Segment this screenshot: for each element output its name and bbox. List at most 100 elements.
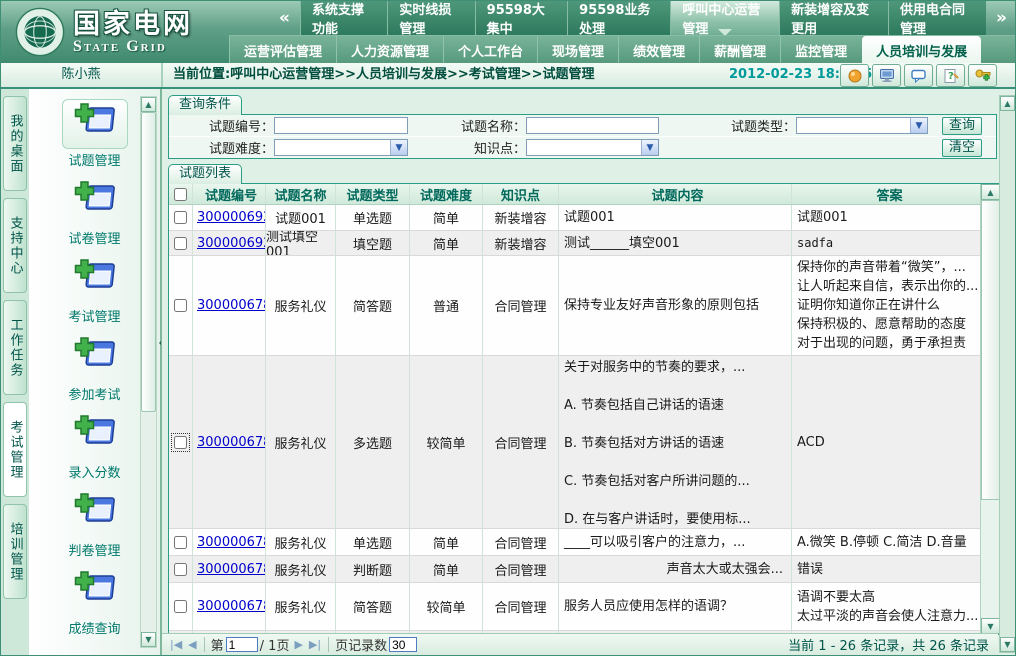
tab-monitoring[interactable]: 监控管理 [780, 36, 861, 64]
row-checkbox[interactable] [174, 563, 187, 576]
tab-site-mgmt[interactable]: 现场管理 [537, 36, 618, 64]
knowledge-select[interactable]: ▼ [526, 139, 659, 156]
tab-95598-center[interactable]: 95598大集中 [475, 1, 567, 35]
cell-answer: A.微笑 B.停顿 C.简洁 D.音量 [792, 529, 982, 555]
message-icon[interactable] [904, 64, 933, 87]
question-id-link[interactable]: 300000678696 [197, 435, 266, 450]
sidebar-scrollbar[interactable]: ▲ ▼ [140, 96, 157, 648]
row-checkbox[interactable] [174, 436, 187, 449]
tab-performance[interactable]: 绩效管理 [618, 36, 699, 64]
page-size-label: 页记录数 [333, 635, 389, 654]
sidebar-tab-exam-mgmt[interactable]: 考试管理 [3, 402, 27, 497]
prev-page-button[interactable]: ◀ [185, 638, 199, 651]
chevron-down-icon: ▼ [390, 140, 407, 155]
cell-name: 服务礼仪 [266, 356, 336, 528]
sidebar-item-label: 录入分数 [68, 462, 120, 481]
question-id-link[interactable]: 300000678699 [197, 298, 266, 313]
question-id-link[interactable]: 300000692174 [197, 236, 266, 251]
scroll-up-icon[interactable]: ▲ [981, 184, 1000, 200]
table-row: 300000692180 试题001 单选题 简单 新装增容 试题001 试题0… [169, 205, 1000, 231]
scroll-up-icon[interactable]: ▲ [1000, 96, 1015, 111]
col-difficulty: 试题难度 [410, 184, 483, 204]
tab-query-conditions[interactable]: 查询条件 [168, 95, 242, 115]
scroll-down-icon[interactable]: ▼ [981, 618, 1000, 634]
first-page-button[interactable]: |◀ [167, 638, 185, 651]
clear-button[interactable]: 清空 [942, 139, 982, 157]
sidebar-tab-work-tasks[interactable]: 工作任务 [3, 300, 27, 395]
table-row: 300000678665 服务礼仪 单选题 简单 合同管理 ____可以吸引客户… [169, 529, 1000, 556]
cell-name: 服务礼仪 [266, 529, 336, 555]
cell-content: 保持专业友好声音形象的原则包括 [559, 256, 792, 355]
help-icon[interactable]: ? [936, 64, 965, 87]
scroll-down-icon[interactable]: ▼ [1000, 637, 1015, 652]
sidebar-tab-my-desktop[interactable]: 我的桌面 [3, 96, 27, 191]
last-page-button[interactable]: ▶| [306, 638, 324, 651]
tab-ops-evaluation[interactable]: 运营评估管理 [229, 36, 336, 64]
tab-training-development[interactable]: 人员培训与发展 [862, 36, 981, 64]
nav-scroll-right-icon[interactable]: » [986, 1, 1016, 35]
page-number-input[interactable] [226, 637, 258, 652]
cell-content: 试题001 [559, 205, 792, 230]
cell-answer: ACD [792, 356, 982, 528]
table-scrollbar[interactable]: ▲ ▼ [980, 184, 1000, 634]
tab-line-loss[interactable]: 实时线损管理 [387, 1, 474, 35]
tab-hr[interactable]: 人力资源管理 [336, 36, 443, 64]
brand-title-cn: 国家电网 [73, 11, 193, 39]
nav-scroll-left-icon[interactable]: « [269, 1, 300, 35]
row-checkbox[interactable] [174, 299, 187, 312]
question-code-input[interactable] [274, 117, 408, 134]
tab-personal-workbench[interactable]: 个人工作台 [443, 36, 537, 64]
scroll-up-icon[interactable]: ▲ [141, 97, 156, 112]
page-suffix: / 1页 [258, 635, 292, 654]
scroll-down-icon[interactable]: ▼ [141, 632, 156, 647]
table-row: 300000678649 服务礼仪 简答题 较简单 合同管理 服务人员应使用怎样… [169, 583, 1000, 631]
cell-content: ____可以吸引客户的注意力，... [559, 529, 792, 555]
tab-question-list[interactable]: 试题列表 [168, 164, 242, 184]
cell-knowledge: 合同管理 [483, 529, 559, 555]
folder-plus-icon [73, 492, 117, 532]
cell-type: 单选题 [336, 205, 410, 230]
question-type-select[interactable]: ▼ [796, 117, 928, 134]
sidebar-tab-training-mgmt[interactable]: 培训管理 [3, 504, 27, 599]
next-page-button[interactable]: ▶ [291, 638, 305, 651]
row-checkbox[interactable] [174, 536, 187, 549]
question-id-link[interactable]: 300000692180 [197, 210, 266, 225]
question-id-link[interactable]: 300000678665 [197, 535, 266, 550]
chevron-down-icon: ▼ [641, 140, 658, 155]
row-checkbox[interactable] [174, 600, 187, 613]
search-button[interactable]: 查询 [942, 117, 982, 135]
key-add-icon[interactable] [968, 64, 997, 87]
sidebar-tab-support-center[interactable]: 支持中心 [3, 198, 27, 293]
tab-salary[interactable]: 薪酬管理 [699, 36, 780, 64]
question-id-link[interactable]: 300000678649 [197, 599, 266, 614]
question-name-input[interactable] [526, 117, 659, 134]
row-checkbox[interactable] [174, 211, 187, 224]
quick-toolbar: ? [840, 64, 997, 87]
question-code-label: 试题编号： [169, 116, 274, 135]
difficulty-select[interactable]: ▼ [274, 139, 408, 156]
col-content: 试题内容 [559, 184, 792, 204]
tab-95598-business[interactable]: 95598业务处理 [567, 1, 670, 35]
tab-system-support[interactable]: 系统支撑功能 [300, 1, 387, 35]
question-table: 试题编号 试题名称 试题类型 试题难度 知识点 试题内容 答案 30000069… [168, 183, 1001, 635]
main-scrollbar[interactable]: ▲ ▼ [999, 95, 1016, 653]
cell-answer: sadfa [792, 231, 982, 255]
sidebar-tab-strip: 我的桌面 支持中心 工作任务 考试管理 培训管理 [1, 89, 29, 655]
select-all-checkbox[interactable] [174, 188, 187, 201]
row-checkbox[interactable] [174, 237, 187, 250]
tab-new-install[interactable]: 新装增容及变更用 [779, 1, 888, 35]
primary-nav: « 系统支撑功能 实时线损管理 95598大集中 95598业务处理 呼叫中心运… [269, 1, 1016, 35]
scrollbar-thumb[interactable] [981, 200, 1000, 500]
scrollbar-thumb[interactable] [141, 112, 156, 412]
question-id-link[interactable]: 300000678658 [197, 562, 266, 577]
medal-icon[interactable] [840, 64, 869, 87]
sidebar-item-label: 参加考试 [68, 384, 120, 403]
page-size-input[interactable] [389, 637, 417, 652]
cell-content: 关于对服务中的节奏的要求，... A. 节奏包括自己讲话的语速 B. 节奏包括对… [559, 356, 792, 528]
monitor-icon[interactable] [872, 64, 901, 87]
record-summary: 当前 1 - 26 条记录，共 26 条记录 [788, 635, 993, 654]
cell-difficulty: 较简单 [410, 583, 483, 630]
tab-power-contract[interactable]: 供用电合同管理 [888, 1, 986, 35]
tab-call-center-ops[interactable]: 呼叫中心运营管理 [670, 1, 779, 35]
cell-answer: 试题001 [792, 205, 982, 230]
